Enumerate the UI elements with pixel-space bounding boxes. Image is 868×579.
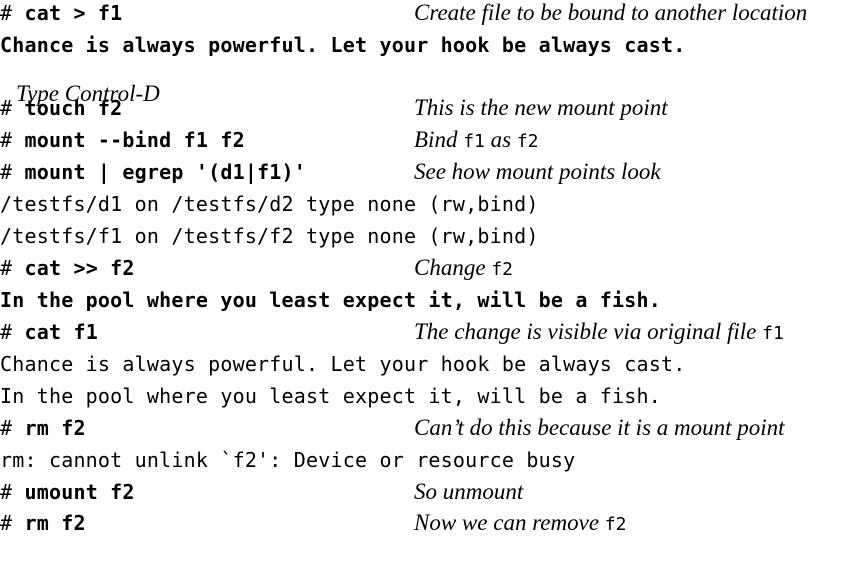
shell-prompt: # [0, 480, 25, 504]
command-line: # cat f1 [0, 316, 98, 348]
shell-prompt: # [0, 128, 25, 152]
transcript-line: # mount --bind f1 f2 Bind f1 as f2 [0, 124, 868, 156]
annotation-comment: See how mount points look [414, 159, 661, 184]
comment-text: Now we can remove [414, 510, 605, 535]
comment-text: The change is visible via original file [414, 319, 763, 344]
command-output: In the pool where you least expect it, w… [0, 384, 662, 408]
command-line: # cat > f1 [0, 0, 122, 29]
inline-code: f2 [491, 259, 513, 280]
command-text: mount --bind f1 f2 [24, 128, 245, 152]
annotation-comment: This is the new mount point [414, 95, 668, 120]
comment-text: Change [414, 255, 492, 280]
transcript-line: In the pool where you least expect it, w… [0, 284, 868, 316]
transcript-line: # umount f2 So unmount [0, 476, 868, 508]
inline-code: f1 [463, 131, 485, 152]
comment-text: as [484, 127, 517, 152]
command-text: cat > f1 [24, 1, 123, 25]
transcript-line: Chance is always powerful. Let your hook… [0, 348, 868, 380]
command-output: rm: cannot unlink `f2': Device or resour… [0, 448, 576, 472]
command-line: # rm f2 [0, 507, 86, 539]
shell-prompt: # [0, 320, 25, 344]
transcript-line: # rm f2 Now we can remove f2 [0, 507, 868, 539]
annotation-comment: Change f2 [414, 252, 513, 286]
transcript-line: # cat > f1 Create file to be bound to an… [0, 0, 868, 29]
transcript-line: Type Control-D [0, 60, 868, 106]
transcript-line: # cat >> f2 Change f2 [0, 252, 868, 284]
command-output: /testfs/f1 on /testfs/f2 type none (rw,b… [0, 224, 539, 248]
transcript-line: Chance is always powerful. Let your hook… [0, 29, 868, 61]
command-line: # cat >> f2 [0, 252, 135, 284]
command-line: # rm f2 [0, 412, 86, 444]
shell-prompt: # [0, 416, 25, 440]
inline-code: f2 [516, 131, 539, 152]
typed-input-text: In the pool where you least expect it, w… [0, 288, 662, 312]
annotation-comment: Create file to be bound to another locat… [414, 0, 808, 25]
command-text: cat f1 [24, 320, 98, 344]
transcript-line: # mount | egrep '(d1|f1)' See how mount … [0, 156, 868, 188]
transcript-line: /testfs/f1 on /testfs/f2 type none (rw,b… [0, 220, 868, 252]
transcript-line: # cat f1 The change is visible via origi… [0, 316, 868, 348]
command-line: # mount --bind f1 f2 [0, 124, 245, 156]
transcript-line: In the pool where you least expect it, w… [0, 380, 868, 412]
shell-prompt: # [0, 256, 25, 280]
inline-code: f1 [762, 323, 784, 344]
annotation-comment: Now we can remove f2 [414, 507, 626, 541]
command-line: # mount | egrep '(d1|f1)' [0, 156, 306, 188]
command-text: umount f2 [24, 480, 135, 504]
command-output: Chance is always powerful. Let your hook… [0, 352, 686, 376]
command-text: mount | egrep '(d1|f1)' [24, 160, 307, 184]
command-text: rm f2 [24, 416, 86, 440]
transcript-line: # touch f2 This is the new mount point [0, 92, 868, 124]
command-line: # umount f2 [0, 476, 135, 508]
command-text: rm f2 [24, 511, 86, 535]
comment-text: Bind [414, 127, 464, 152]
annotation-comment: Can’t do this because it is a mount poin… [414, 415, 785, 440]
shell-prompt: # [0, 511, 25, 535]
shell-prompt: # [0, 160, 25, 184]
transcript-line: rm: cannot unlink `f2': Device or resour… [0, 444, 868, 476]
inline-code: f2 [604, 514, 627, 535]
transcript-line: # rm f2 Can’t do this because it is a mo… [0, 412, 868, 444]
transcript-line: /testfs/d1 on /testfs/d2 type none (rw,b… [0, 188, 868, 220]
shell-prompt: # [0, 96, 25, 120]
command-text: touch f2 [24, 96, 123, 120]
terminal-transcript: # cat > f1 Create file to be bound to an… [0, 0, 868, 535]
annotation-comment: Bind f1 as f2 [414, 124, 539, 158]
shell-prompt: # [0, 1, 25, 25]
annotation-comment: So unmount [414, 479, 524, 504]
command-output: /testfs/d1 on /testfs/d2 type none (rw,b… [0, 192, 539, 216]
command-text: cat >> f2 [24, 256, 135, 280]
typed-input-text: Chance is always powerful. Let your hook… [0, 33, 686, 57]
command-line: # touch f2 [0, 92, 122, 124]
annotation-comment: The change is visible via original file … [414, 316, 784, 350]
